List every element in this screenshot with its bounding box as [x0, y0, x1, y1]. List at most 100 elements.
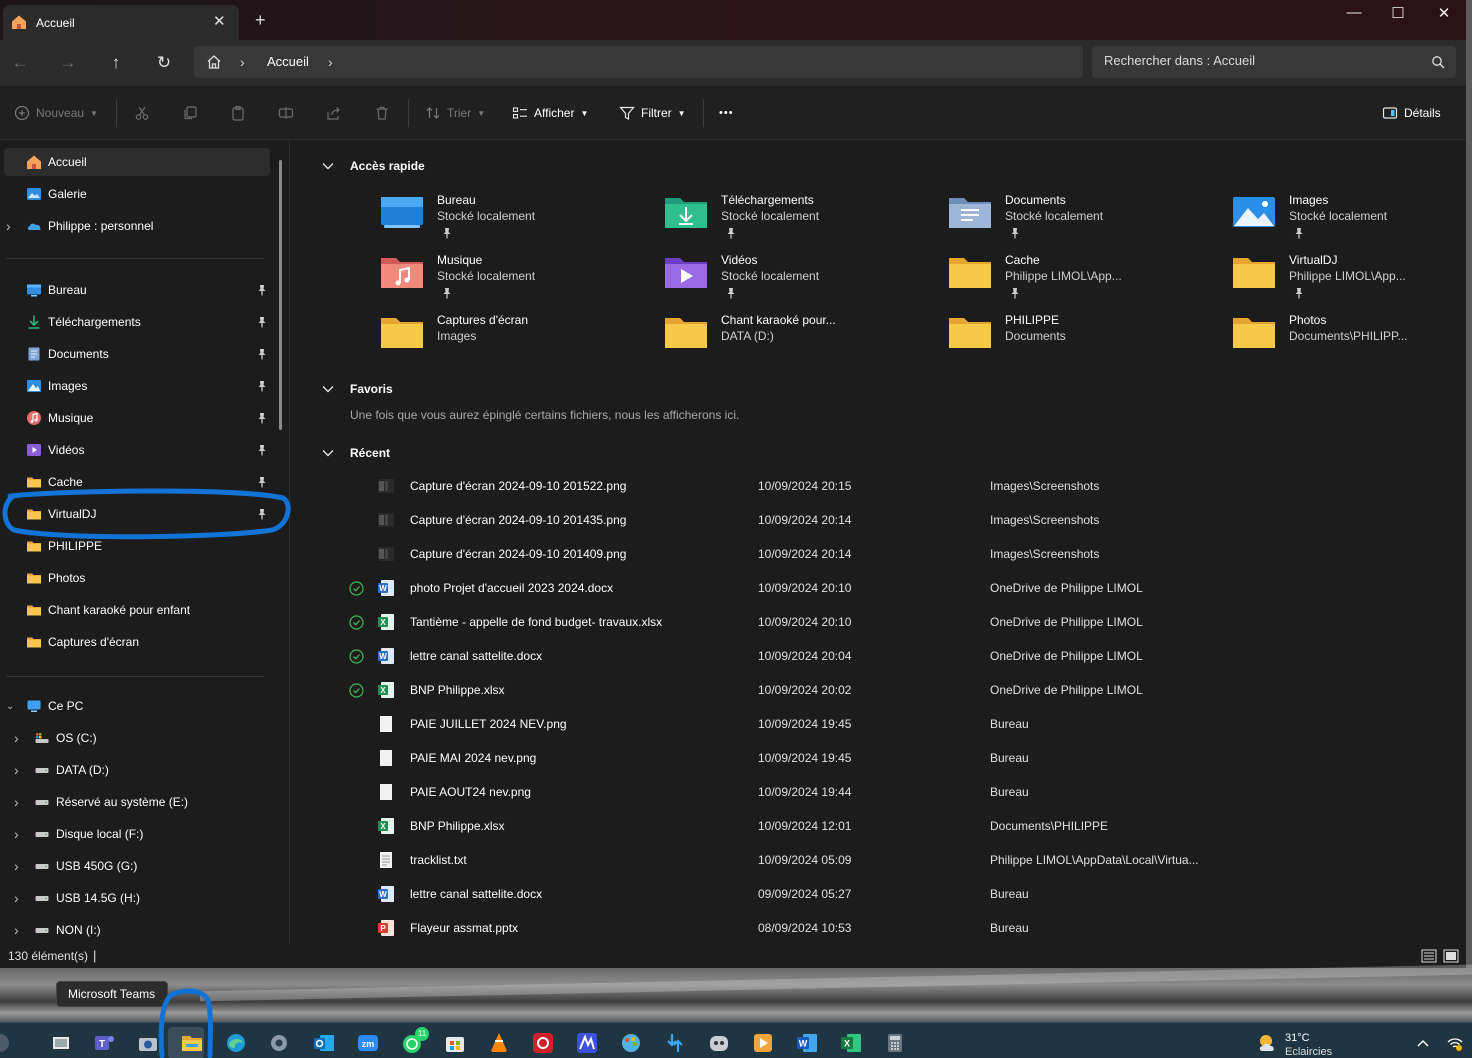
recent-file-row[interactable]: Capture d'écran 2024-09-10 201409.png 10/…	[339, 538, 1449, 570]
sidebar-item-chant-karaoke-pour-enfant[interactable]: Chant karaoké pour enfant	[4, 596, 270, 624]
sidebar-item-ce-pc[interactable]: ⌄ Ce PC	[4, 692, 270, 720]
discord-icon[interactable]	[707, 1031, 731, 1055]
app-blue-icon[interactable]	[575, 1031, 599, 1055]
settings-icon[interactable]	[267, 1031, 291, 1055]
media-player-icon[interactable]	[751, 1031, 775, 1055]
new-tab-button[interactable]: +	[255, 10, 266, 31]
sidebar-item-usb-450g-g[interactable]: › USB 450G (G:)	[4, 852, 270, 880]
chevron-down-icon[interactable]: ⌄	[6, 701, 14, 712]
quick-access-item[interactable]: Images Stocké localement	[1232, 192, 1466, 244]
calculator-icon[interactable]	[883, 1031, 907, 1055]
quick-access-item[interactable]: Téléchargements Stocké localement	[664, 192, 944, 244]
sidebar-item-reserve-au-systeme-e[interactable]: › Réservé au système (E:)	[4, 788, 270, 816]
recent-file-row[interactable]: X Tantième - appelle de fond budget- trav…	[339, 606, 1449, 638]
sort-button[interactable]: Trier ▼	[425, 103, 485, 123]
tiles-view-icon[interactable]	[1443, 948, 1459, 964]
maximize-button[interactable]: ☐	[1385, 4, 1411, 24]
windows-icon[interactable]	[0, 1031, 12, 1055]
recent-file-row[interactable]: tracklist.txt 10/09/2024 05:09 Philippe LI…	[339, 844, 1449, 876]
recent-file-row[interactable]: PAIE AOUT24 nev.png 10/09/2024 19:44 Burea…	[339, 776, 1449, 808]
sidebar-item-philippe[interactable]: PHILIPPE	[4, 532, 270, 560]
filter-button[interactable]: Filtrer ▼	[619, 103, 686, 123]
quick-access-item[interactable]: Chant karaoké pour... DATA (D:)	[664, 312, 944, 364]
chevron-right-icon[interactable]: ›	[14, 890, 19, 906]
store-icon[interactable]	[443, 1031, 467, 1055]
quick-access-item[interactable]: Cache Philippe LIMOL\App...	[948, 252, 1228, 304]
share-button[interactable]	[326, 103, 342, 123]
address-bar[interactable]: › Accueil ›	[194, 46, 1083, 78]
chevron-right-icon[interactable]: ›	[14, 762, 19, 778]
quick-access-item[interactable]: Photos Documents\PHILIPP...	[1232, 312, 1466, 364]
breadcrumb-current[interactable]: Accueil	[267, 54, 309, 69]
minimize-button[interactable]: —	[1341, 4, 1367, 24]
recent-file-row[interactable]: X BNP Philippe.xlsx 10/09/2024 12:01 Docume…	[339, 810, 1449, 842]
view-button[interactable]: Afficher ▼	[512, 103, 588, 123]
recent-file-row[interactable]: Wphoto Projet d'accueil 2023 2024.docx 10…	[339, 572, 1449, 604]
outlook-icon[interactable]	[312, 1031, 336, 1055]
chevron-right-icon[interactable]: ›	[14, 922, 19, 938]
quick-access-item[interactable]: Captures d'écran Images	[380, 312, 660, 364]
delete-button[interactable]	[374, 103, 390, 123]
search-box[interactable]	[1092, 46, 1456, 78]
back-button[interactable]: ←	[9, 52, 31, 74]
cut-button[interactable]	[134, 103, 150, 123]
more-options-button[interactable]: •••	[719, 103, 734, 123]
sidebar-item-virtualdj[interactable]: VirtualDJ	[4, 500, 270, 528]
recent-file-row[interactable]: Capture d'écran 2024-09-10 201522.png 10/…	[339, 470, 1449, 502]
teams-icon[interactable]: T	[92, 1031, 116, 1055]
sidebar-item-accueil[interactable]: Accueil	[4, 148, 270, 176]
sidebar-item-galerie[interactable]: Galerie	[4, 180, 270, 208]
sidebar-item-musique[interactable]: Musique	[4, 404, 270, 432]
sidebar-item-photos[interactable]: Photos	[4, 564, 270, 592]
sidebar-item-captures-d-ecran[interactable]: Captures d'écran	[4, 628, 270, 656]
recent-file-row[interactable]: Capture d'écran 2024-09-10 201435.png 10/…	[339, 504, 1449, 536]
excel-icon[interactable]: X	[839, 1031, 863, 1055]
sidebar-item-videos[interactable]: Vidéos	[4, 436, 270, 464]
sidebar-item-non-i[interactable]: › NON (I:)	[4, 916, 270, 944]
chevron-right-icon[interactable]: ›	[6, 218, 11, 234]
camera-icon[interactable]	[136, 1031, 160, 1055]
details-view-icon[interactable]	[1421, 948, 1437, 964]
up-button[interactable]: ↑	[105, 52, 127, 74]
weather-icon[interactable]	[1256, 1031, 1280, 1055]
chevron-right-icon[interactable]: ›	[14, 794, 19, 810]
quick-access-item[interactable]: Vidéos Stocké localement	[664, 252, 944, 304]
tab-accueil[interactable]: Accueil ✕	[3, 5, 239, 40]
recent-file-row[interactable]: X BNP Philippe.xlsx 10/09/2024 20:02 OneDri…	[339, 674, 1449, 706]
sidebar-scrollbar[interactable]	[279, 160, 282, 430]
weather-temperature[interactable]: 31°C	[1285, 1032, 1310, 1044]
details-button[interactable]: Détails	[1382, 103, 1441, 123]
sidebar-item-documents[interactable]: Documents	[4, 340, 270, 368]
close-tab-icon[interactable]: ✕	[213, 12, 226, 30]
sidebar-item-disque-local-f[interactable]: › Disque local (F:)	[4, 820, 270, 848]
sidebar-item-usb-14-5g-h[interactable]: › USB 14.5G (H:)	[4, 884, 270, 912]
chevron-right-icon[interactable]: ›	[14, 858, 19, 874]
weather-description[interactable]: Eclaircies	[1285, 1046, 1332, 1058]
sidebar-item-cache[interactable]: Cache	[4, 468, 270, 496]
chevron-right-icon[interactable]: ›	[14, 826, 19, 842]
chevron-right-icon[interactable]: ›	[328, 54, 333, 70]
sidebar-item-bureau[interactable]: Bureau	[4, 276, 270, 304]
app-red-icon[interactable]	[531, 1031, 555, 1055]
close-button[interactable]: ✕	[1431, 4, 1457, 24]
recent-file-row[interactable]: Wlettre canal sattelite.docx 10/09/2024 2…	[339, 640, 1449, 672]
refresh-button[interactable]: ↻	[153, 52, 175, 74]
paint-icon[interactable]	[619, 1031, 643, 1055]
file-explorer-icon[interactable]	[180, 1031, 204, 1055]
rename-button[interactable]	[278, 103, 294, 123]
sidebar-item-telechargements[interactable]: Téléchargements	[4, 308, 270, 336]
recent-file-row[interactable]: PAIE MAI 2024 nev.png 10/09/2024 19:45 Bur…	[339, 742, 1449, 774]
vlc-icon[interactable]	[487, 1031, 511, 1055]
sidebar-item-os-c[interactable]: › OS (C:)	[4, 724, 270, 752]
quick-access-item[interactable]: Bureau Stocké localement	[380, 192, 660, 244]
chevron-right-icon[interactable]: ›	[14, 730, 19, 746]
task-view-icon[interactable]	[49, 1031, 73, 1055]
sidebar-item-data-d[interactable]: › DATA (D:)	[4, 756, 270, 784]
chevron-right-icon[interactable]: ›	[240, 54, 245, 70]
quick-access-item[interactable]: Documents Stocké localement	[948, 192, 1228, 244]
search-input[interactable]	[1104, 53, 1424, 68]
word-icon[interactable]: W	[795, 1031, 819, 1055]
recent-file-row[interactable]: Wlettre canal sattelite.docx 09/09/2024 0…	[339, 878, 1449, 910]
recent-file-row[interactable]: PAIE JUILLET 2024 NEV.png 10/09/2024 19:4…	[339, 708, 1449, 740]
sidebar-item-images[interactable]: Images	[4, 372, 270, 400]
